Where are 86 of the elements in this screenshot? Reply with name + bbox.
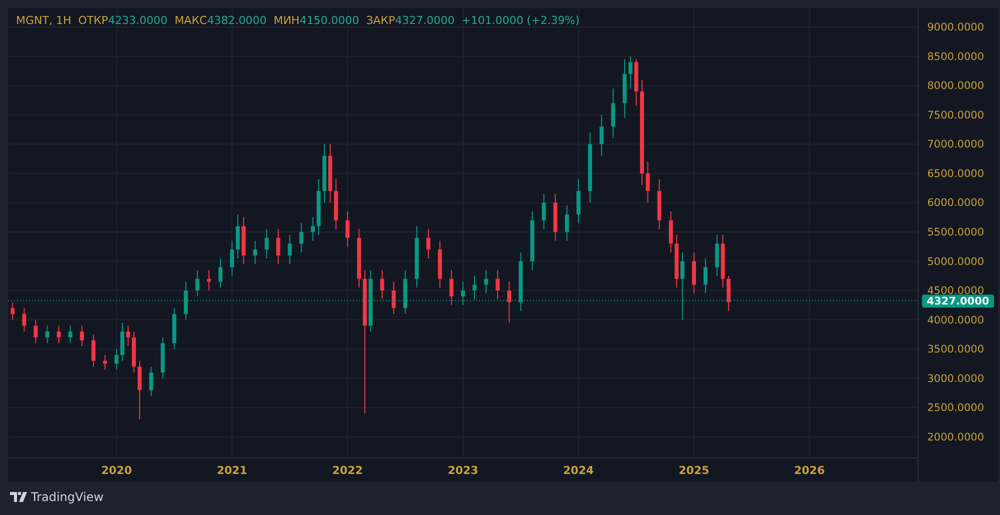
candle (380, 270, 384, 300)
candle (726, 275, 731, 312)
candle (149, 366, 154, 396)
candle (242, 216, 246, 265)
candle (195, 270, 200, 297)
year-label: 2024 (563, 464, 594, 477)
candle (553, 193, 558, 242)
price-label: 2500.0000 (927, 402, 984, 414)
candle (414, 226, 419, 288)
candle (310, 216, 315, 242)
price-label: 5500.0000 (927, 226, 984, 238)
candle (10, 302, 15, 320)
change-value: +101.0000 (+2.39%) (462, 14, 580, 27)
candle (542, 193, 546, 230)
candle (56, 325, 61, 344)
price-label: 9000.0000 (927, 22, 984, 34)
candle (80, 325, 84, 347)
price-label: 7000.0000 (927, 138, 984, 151)
candle (438, 240, 442, 288)
candle (403, 270, 408, 314)
candle (218, 258, 222, 288)
last-price-tag: 4327.0000 (922, 294, 994, 308)
candle (646, 161, 650, 204)
candle (704, 258, 708, 294)
year-label: 2026 (794, 464, 825, 477)
year-label: 2021 (216, 464, 248, 477)
candle (22, 308, 26, 332)
brand-name: TradingView (31, 490, 104, 504)
price-label: 6000.0000 (927, 197, 984, 210)
candle (138, 360, 142, 420)
candle (472, 275, 477, 300)
year-label: 2020 (101, 464, 132, 477)
candle (68, 325, 72, 344)
price-label: 6500.0000 (927, 168, 984, 180)
symbol-title: MGNT, 1H (16, 14, 72, 27)
candle (172, 308, 176, 350)
ohlc-value: ОТКР4233.0000 (78, 14, 168, 27)
price-label: 5000.0000 (927, 256, 984, 268)
candle (264, 228, 269, 259)
candle (103, 354, 107, 370)
candle (206, 270, 211, 292)
candle (600, 114, 604, 156)
candle (426, 228, 430, 259)
candle (657, 178, 662, 230)
year-label: 2023 (448, 464, 478, 477)
candle (288, 234, 292, 265)
price-label: 2000.0000 (927, 431, 984, 444)
ohlc-value: ЗАКР4327.0000 (366, 14, 455, 27)
candle (276, 228, 280, 265)
candle (34, 319, 38, 344)
candle (634, 58, 638, 107)
candle (91, 334, 96, 368)
candle (507, 281, 512, 324)
price-label: 8500.0000 (927, 50, 984, 63)
price-label: 3500.0000 (927, 344, 984, 356)
logo-icon (10, 492, 27, 502)
price-label: 4000.0000 (927, 314, 984, 326)
ohlc-value: МИН4150.0000 (274, 14, 360, 27)
candle (588, 132, 592, 204)
price-label: 4500.0000 (927, 285, 984, 298)
candle (530, 210, 534, 271)
candle (45, 325, 50, 344)
candle (346, 210, 350, 248)
candle (449, 270, 454, 306)
candle (668, 210, 673, 253)
candle (518, 252, 523, 312)
candle (496, 270, 500, 300)
price-label: 3000.0000 (927, 372, 984, 385)
year-label: 2022 (332, 464, 363, 477)
candle (611, 88, 616, 139)
candle (184, 281, 188, 320)
candle (299, 222, 304, 253)
ref-line-label: 4327.0000 (926, 296, 990, 308)
candle (392, 281, 396, 314)
candle (253, 240, 258, 265)
candle (576, 178, 580, 224)
year-label: 2025 (678, 464, 710, 477)
candle (461, 281, 465, 306)
price-label: 7500.0000 (927, 109, 984, 122)
price-label: 8000.0000 (927, 80, 984, 92)
candle (484, 270, 488, 294)
ohlc-value: МАКС4382.0000 (174, 14, 267, 27)
candle (564, 205, 569, 242)
candle (368, 270, 373, 332)
candle (160, 336, 165, 379)
candle (692, 252, 696, 294)
